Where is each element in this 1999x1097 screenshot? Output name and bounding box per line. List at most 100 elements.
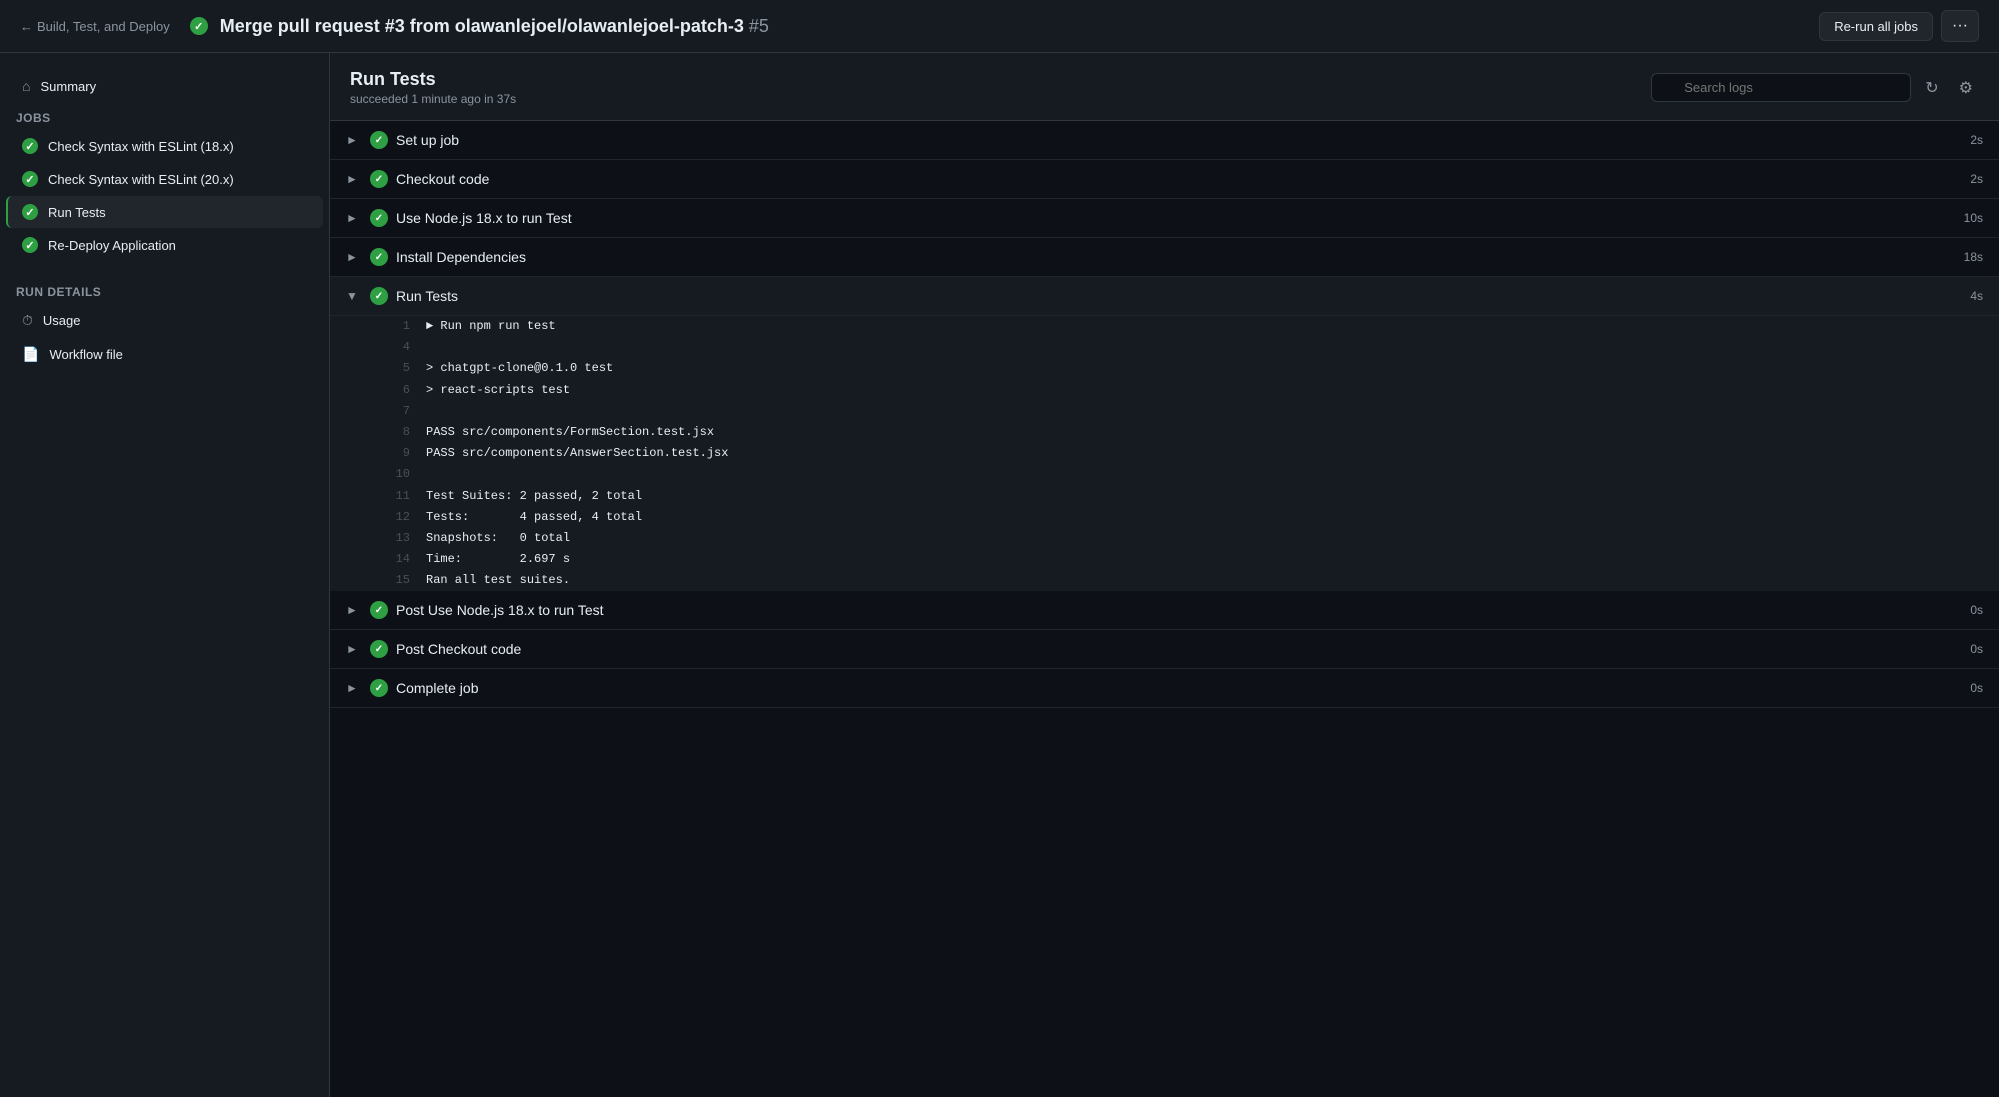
search-wrapper: 🔍 bbox=[1651, 73, 1911, 102]
chevron-right-icon: ► bbox=[346, 250, 362, 264]
log-line-content: PASS src/components/AnswerSection.test.j… bbox=[426, 444, 728, 463]
sidebar-item-usage[interactable]: ⏱ Usage bbox=[6, 304, 323, 337]
step-row-post-use-nodejs[interactable]: ► Post Use Node.js 18.x to run Test 0s bbox=[330, 591, 1999, 630]
log-line: 10 bbox=[330, 464, 1999, 485]
step-label: Checkout code bbox=[396, 171, 1962, 187]
log-line: 12 Tests: 4 passed, 4 total bbox=[330, 507, 1999, 528]
log-line-number: 4 bbox=[378, 338, 410, 357]
log-line-content: Snapshots: 0 total bbox=[426, 529, 570, 548]
step-label: Use Node.js 18.x to run Test bbox=[396, 210, 1956, 226]
refresh-button[interactable]: ↻ bbox=[1919, 72, 1944, 104]
step-success-icon bbox=[370, 601, 388, 619]
back-arrow-icon: ← bbox=[20, 19, 33, 34]
page-title: Merge pull request #3 from olawanlejoel/… bbox=[220, 16, 769, 37]
log-line-content: Tests: 4 passed, 4 total bbox=[426, 508, 642, 527]
sidebar-item-summary[interactable]: ⌂ Summary bbox=[6, 70, 323, 102]
chevron-right-icon: ► bbox=[346, 642, 362, 656]
step-duration: 2s bbox=[1970, 172, 1983, 186]
sidebar-job-label: Re-Deploy Application bbox=[48, 238, 176, 253]
step-duration: 0s bbox=[1970, 681, 1983, 695]
run-panel-header: Run Tests succeeded 1 minute ago in 37s … bbox=[330, 53, 1999, 121]
content-area: Run Tests succeeded 1 minute ago in 37s … bbox=[330, 53, 1999, 1097]
back-link-text: Build, Test, and Deploy bbox=[37, 19, 170, 34]
search-logs-input[interactable] bbox=[1651, 73, 1911, 102]
log-line-number: 11 bbox=[378, 487, 410, 506]
settings-button[interactable]: ⚙ bbox=[1953, 72, 1979, 104]
step-label: Run Tests bbox=[396, 288, 1962, 304]
log-line: 1 ► Run npm run test bbox=[330, 316, 1999, 337]
step-duration: 10s bbox=[1964, 211, 1983, 225]
log-line-number: 14 bbox=[378, 550, 410, 569]
step-label: Post Checkout code bbox=[396, 641, 1962, 657]
run-details-section-label: Run details bbox=[0, 277, 329, 303]
step-row-set-up-job[interactable]: ► Set up job 2s bbox=[330, 121, 1999, 160]
step-duration: 2s bbox=[1970, 133, 1983, 147]
log-line-number: 6 bbox=[378, 381, 410, 400]
log-line-number: 13 bbox=[378, 529, 410, 548]
sidebar-item-workflow-file[interactable]: 📄 Workflow file bbox=[6, 338, 323, 371]
log-line-number: 10 bbox=[378, 465, 410, 484]
step-row-run-tests[interactable]: ▼ Run Tests 4s bbox=[330, 277, 1999, 316]
step-row-post-checkout[interactable]: ► Post Checkout code 0s bbox=[330, 630, 1999, 669]
log-line-number: 8 bbox=[378, 423, 410, 442]
back-link[interactable]: ← Build, Test, and Deploy bbox=[20, 19, 170, 34]
home-icon: ⌂ bbox=[22, 78, 30, 94]
chevron-down-icon: ▼ bbox=[346, 289, 362, 303]
log-line-number: 9 bbox=[378, 444, 410, 463]
log-line: 8 PASS src/components/FormSection.test.j… bbox=[330, 422, 1999, 443]
log-line-content: ► Run npm run test bbox=[426, 317, 556, 336]
more-options-button[interactable]: ··· bbox=[1941, 10, 1979, 42]
jobs-section-label: Jobs bbox=[0, 103, 329, 129]
usage-icon: ⏱ bbox=[22, 312, 33, 329]
step-label: Complete job bbox=[396, 680, 1962, 696]
log-line: 14 Time: 2.697 s bbox=[330, 549, 1999, 570]
step-success-icon bbox=[370, 640, 388, 658]
sidebar-workflow-label: Workflow file bbox=[49, 347, 122, 362]
top-bar-left: ← Build, Test, and Deploy bbox=[20, 19, 170, 34]
log-line-content: > react-scripts test bbox=[426, 381, 570, 400]
log-line-content: Time: 2.697 s bbox=[426, 550, 570, 569]
step-row-complete-job[interactable]: ► Complete job 0s bbox=[330, 669, 1999, 708]
step-label: Install Dependencies bbox=[396, 249, 1956, 265]
log-line-number: 15 bbox=[378, 571, 410, 590]
step-row-checkout-code[interactable]: ► Checkout code 2s bbox=[330, 160, 1999, 199]
log-line: 13 Snapshots: 0 total bbox=[330, 528, 1999, 549]
run-panel-info: Run Tests succeeded 1 minute ago in 37s bbox=[350, 69, 516, 106]
steps-container: ► Set up job 2s ► Checkout code 2s ► Use… bbox=[330, 121, 1999, 1097]
sidebar-item-check-eslint-20[interactable]: Check Syntax with ESLint (20.x) bbox=[6, 163, 323, 195]
sidebar-job-label: Check Syntax with ESLint (18.x) bbox=[48, 139, 234, 154]
sidebar-item-redeploy[interactable]: Re-Deploy Application bbox=[6, 229, 323, 261]
top-bar-right: Re-run all jobs ··· bbox=[1819, 10, 1979, 42]
log-output: 1 ► Run npm run test 4 5 > chatgpt-clone… bbox=[330, 316, 1999, 591]
chevron-right-icon: ► bbox=[346, 211, 362, 225]
step-label: Post Use Node.js 18.x to run Test bbox=[396, 602, 1962, 618]
chevron-right-icon: ► bbox=[346, 133, 362, 147]
log-line-content: PASS src/components/FormSection.test.jsx bbox=[426, 423, 714, 442]
step-success-icon bbox=[370, 209, 388, 227]
step-row-install-deps[interactable]: ► Install Dependencies 18s bbox=[330, 238, 1999, 277]
workflow-status-icon bbox=[190, 17, 208, 35]
run-panel-subtitle: succeeded 1 minute ago in 37s bbox=[350, 92, 516, 106]
log-line-number: 1 bbox=[378, 317, 410, 336]
run-panel-title: Run Tests bbox=[350, 69, 516, 90]
run-number: #5 bbox=[749, 16, 769, 36]
step-duration: 18s bbox=[1964, 250, 1983, 264]
log-line: 7 bbox=[330, 401, 1999, 422]
step-duration: 0s bbox=[1970, 642, 1983, 656]
rerun-all-jobs-button[interactable]: Re-run all jobs bbox=[1819, 12, 1933, 41]
main-layout: ⌂ Summary Jobs Check Syntax with ESLint … bbox=[0, 53, 1999, 1097]
job-status-icon bbox=[22, 171, 38, 187]
step-success-icon bbox=[370, 248, 388, 266]
log-line: 4 bbox=[330, 337, 1999, 358]
sidebar-job-label: Run Tests bbox=[48, 205, 106, 220]
log-line-number: 7 bbox=[378, 402, 410, 421]
step-row-use-nodejs[interactable]: ► Use Node.js 18.x to run Test 10s bbox=[330, 199, 1999, 238]
sidebar-summary-label: Summary bbox=[40, 79, 96, 94]
log-line-content: > chatgpt-clone@0.1.0 test bbox=[426, 359, 613, 378]
sidebar-item-check-eslint-18[interactable]: Check Syntax with ESLint (18.x) bbox=[6, 130, 323, 162]
sidebar-job-label: Check Syntax with ESLint (20.x) bbox=[48, 172, 234, 187]
sidebar-item-run-tests[interactable]: Run Tests bbox=[6, 196, 323, 228]
job-status-icon bbox=[22, 204, 38, 220]
workflow-file-icon: 📄 bbox=[22, 346, 39, 363]
log-line: 5 > chatgpt-clone@0.1.0 test bbox=[330, 358, 1999, 379]
